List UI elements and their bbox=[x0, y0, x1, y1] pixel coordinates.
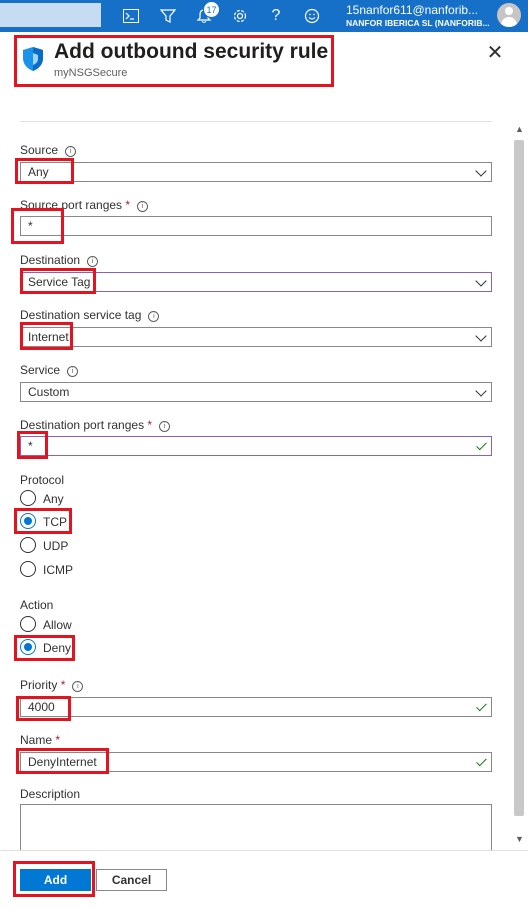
destination-port-ranges-input[interactable]: * bbox=[20, 436, 492, 456]
name-label: Name * bbox=[20, 733, 61, 747]
protocol-any-radio[interactable] bbox=[20, 490, 36, 506]
highlight-box bbox=[20, 322, 73, 350]
info-icon[interactable]: i bbox=[72, 681, 84, 692]
highlight-box bbox=[16, 696, 71, 721]
protocol-icmp-label: ICMP bbox=[43, 563, 73, 577]
chevron-down-icon bbox=[475, 275, 487, 287]
info-icon[interactable]: i bbox=[159, 421, 171, 432]
info-icon[interactable]: i bbox=[65, 146, 77, 157]
info-icon[interactable]: i bbox=[137, 201, 149, 212]
destination-port-ranges-label: Destination port ranges * i bbox=[20, 418, 171, 432]
protocol-udp-radio[interactable] bbox=[20, 537, 36, 553]
source-port-ranges-input[interactable]: * bbox=[20, 216, 492, 236]
description-label: Description bbox=[20, 787, 81, 801]
action-allow-label: Allow bbox=[43, 618, 72, 632]
info-icon[interactable]: i bbox=[148, 311, 160, 322]
destination-label: Destination i bbox=[20, 253, 99, 267]
highlight-box bbox=[13, 861, 95, 897]
scroll-down-arrow-icon[interactable]: ▼ bbox=[515, 834, 524, 844]
global-search-box[interactable] bbox=[0, 3, 101, 27]
priority-label: Priority * i bbox=[20, 678, 84, 692]
top-bar: 17 ? 15nanfor611@nanforib... NANFOR IBER… bbox=[0, 0, 528, 32]
destination-service-tag-dropdown[interactable]: Internet bbox=[20, 327, 492, 347]
description-textarea[interactable] bbox=[20, 804, 492, 850]
protocol-icmp-radio[interactable] bbox=[20, 561, 36, 577]
chevron-down-icon bbox=[475, 165, 487, 177]
action-label: Action bbox=[20, 598, 54, 612]
source-label: Source i bbox=[20, 143, 77, 157]
chevron-down-icon bbox=[475, 385, 487, 397]
info-icon[interactable]: i bbox=[87, 256, 99, 267]
source-dropdown[interactable]: Any bbox=[20, 162, 492, 182]
settings-gear-icon[interactable] bbox=[229, 5, 251, 27]
account-directory[interactable]: NANFOR IBERICA SL (NANFORIB... bbox=[346, 18, 490, 28]
notifications-badge: 17 bbox=[203, 1, 220, 18]
service-label: Service i bbox=[20, 363, 79, 377]
close-icon[interactable]: ✕ bbox=[486, 43, 504, 63]
highlight-box bbox=[14, 508, 72, 534]
protocol-label: Protocol bbox=[20, 473, 65, 487]
network-security-group-shield-icon bbox=[23, 47, 43, 71]
action-allow-radio[interactable] bbox=[20, 616, 36, 632]
highlight-box bbox=[15, 158, 74, 184]
scroll-up-arrow-icon[interactable]: ▲ bbox=[515, 124, 524, 134]
page-title: Add outbound security rule bbox=[54, 40, 329, 63]
cloud-shell-icon[interactable] bbox=[120, 5, 142, 27]
info-icon[interactable]: i bbox=[67, 366, 79, 377]
protocol-udp-label: UDP bbox=[43, 539, 69, 553]
highlight-box bbox=[11, 208, 64, 244]
panel-scrollbar[interactable]: ▲ ▼ bbox=[512, 124, 526, 848]
highlight-box bbox=[14, 635, 75, 661]
destination-service-tag-label: Destination service tag i bbox=[20, 308, 160, 322]
chevron-down-icon bbox=[475, 330, 487, 342]
valid-check-icon bbox=[476, 700, 487, 712]
priority-input[interactable]: 4000 bbox=[20, 697, 492, 717]
header-divider bbox=[20, 121, 492, 122]
avatar[interactable] bbox=[497, 3, 521, 27]
protocol-any-label: Any bbox=[43, 492, 64, 506]
feedback-smiley-icon[interactable] bbox=[301, 5, 323, 27]
valid-check-icon bbox=[476, 755, 487, 767]
cancel-button[interactable]: Cancel bbox=[96, 869, 167, 891]
service-dropdown[interactable]: Custom bbox=[20, 382, 492, 402]
page-subtitle: myNSGSecure bbox=[54, 67, 128, 79]
help-icon[interactable]: ? bbox=[265, 5, 287, 27]
scrollbar-thumb[interactable] bbox=[514, 140, 524, 816]
valid-check-icon bbox=[476, 439, 487, 451]
service-value: Custom bbox=[28, 385, 70, 399]
directory-filter-icon[interactable] bbox=[157, 5, 179, 27]
highlight-box bbox=[16, 748, 109, 774]
account-name[interactable]: 15nanfor611@nanforib... bbox=[346, 3, 478, 17]
highlight-box bbox=[20, 268, 96, 294]
highlight-box bbox=[17, 431, 48, 459]
